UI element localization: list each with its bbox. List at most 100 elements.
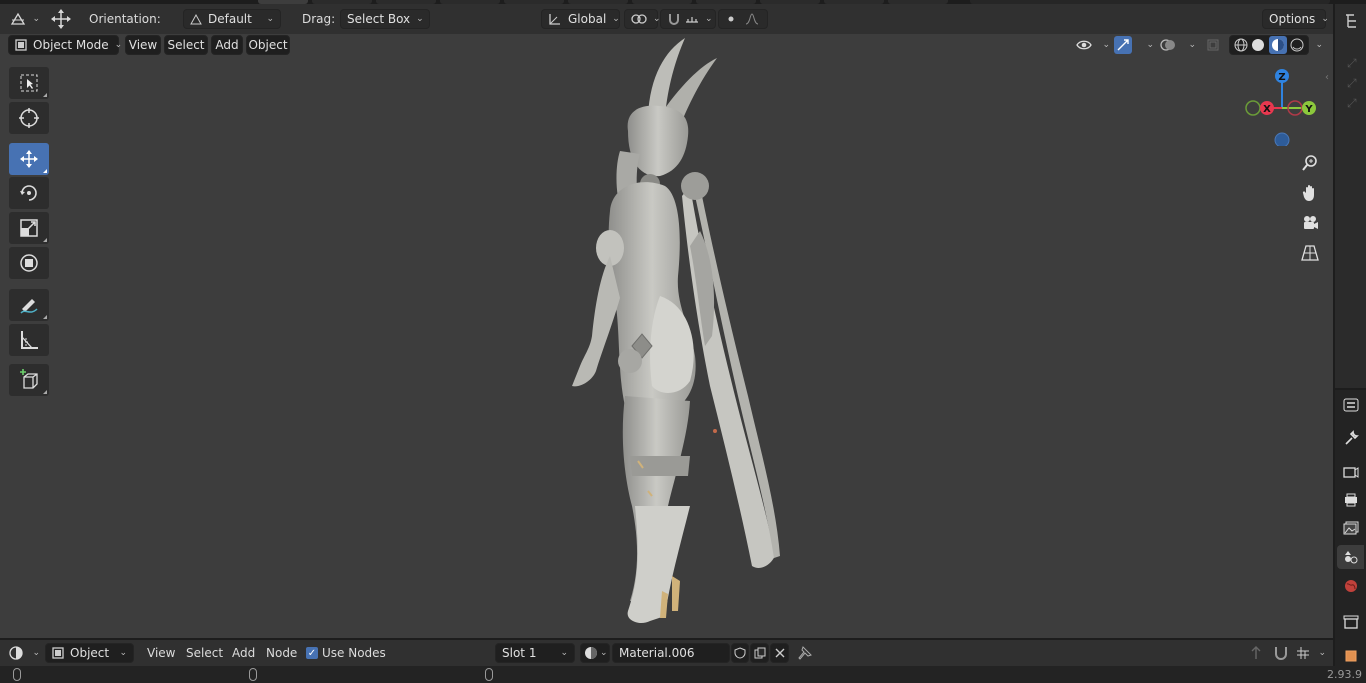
snap-magnet-icon[interactable] bbox=[1272, 643, 1290, 663]
fake-user-button[interactable] bbox=[731, 643, 749, 663]
blender-window: Z X Y ‹ ⌄ Orientation: Default ⌄ Drag: S… bbox=[0, 0, 1366, 683]
node-menu-add[interactable]: Add bbox=[232, 643, 255, 663]
xray-toggle[interactable] bbox=[1206, 35, 1226, 55]
drag-dropdown[interactable]: Select Box ⌄ bbox=[340, 9, 430, 29]
outliner-icon[interactable] bbox=[1344, 13, 1360, 32]
cursor-tool[interactable] bbox=[9, 102, 49, 134]
snap-element-dropdown[interactable]: ⌄ bbox=[1296, 643, 1326, 663]
node-menu-node[interactable]: Node bbox=[266, 643, 297, 663]
pin-icon[interactable] bbox=[797, 643, 813, 663]
move-tool[interactable] bbox=[9, 143, 49, 175]
node-menu-view[interactable]: View bbox=[147, 643, 175, 663]
annotate-pencil-icon bbox=[20, 299, 38, 314]
checkmark-icon: ✓ bbox=[306, 647, 318, 659]
menu-select[interactable]: Select bbox=[164, 35, 208, 55]
browse-material-button[interactable]: ⌄ bbox=[580, 643, 610, 663]
world-tab-globe-icon[interactable] bbox=[1337, 574, 1364, 598]
unlink-material-button[interactable] bbox=[770, 643, 789, 663]
view-layer-tab-image-icon[interactable] bbox=[1337, 516, 1364, 540]
chevron-down-icon: ⌄ bbox=[1146, 40, 1154, 50]
rendered-shading-icon[interactable] bbox=[1290, 38, 1304, 52]
orientation-icon bbox=[190, 13, 202, 25]
tool-tab-wrench-icon[interactable] bbox=[1337, 426, 1364, 450]
properties-editor-type-icon[interactable] bbox=[1337, 393, 1364, 417]
scene-tab-icon[interactable] bbox=[1337, 545, 1364, 569]
zoom-icon[interactable] bbox=[1296, 149, 1324, 177]
sidebar-toggle-icon[interactable]: ‹ bbox=[1325, 72, 1329, 83]
render-tab-camera-icon[interactable] bbox=[1337, 460, 1364, 484]
snapping-controls[interactable]: ⌄ bbox=[660, 9, 716, 29]
gizmo-icon bbox=[1114, 36, 1132, 54]
material-slot-dropdown[interactable]: Slot 1 ⌄ bbox=[495, 643, 575, 663]
measure-tool[interactable] bbox=[9, 324, 49, 356]
add-cube-tool[interactable] bbox=[9, 364, 49, 396]
overlays-toggle[interactable]: ⌄ bbox=[1160, 35, 1196, 55]
material-name: Material.006 bbox=[619, 646, 695, 660]
duplicate-icon bbox=[754, 647, 766, 659]
menu-add[interactable]: Add bbox=[211, 35, 243, 55]
orientation-dropdown[interactable]: Default ⌄ bbox=[183, 9, 281, 29]
options-dropdown[interactable]: Options ⌄ bbox=[1262, 9, 1329, 29]
proportional-editing-controls[interactable] bbox=[718, 9, 768, 29]
material-preview-icon[interactable] bbox=[1268, 36, 1287, 54]
chevron-down-icon: ⌄ bbox=[1102, 40, 1110, 50]
gizmo-x-label: X bbox=[1263, 104, 1271, 115]
pivot-point-dropdown[interactable]: ⌄ bbox=[624, 9, 661, 29]
transform-tool[interactable] bbox=[9, 247, 49, 279]
mouse-right-icon bbox=[485, 668, 493, 681]
chevron-down-icon: ⌄ bbox=[705, 14, 713, 24]
shading-mode-group[interactable] bbox=[1229, 35, 1309, 55]
select-box-tool[interactable] bbox=[9, 67, 49, 99]
character-model[interactable] bbox=[540, 36, 800, 626]
magnet-icon bbox=[667, 12, 681, 26]
shader-type-dropdown[interactable]: Object ⌄ bbox=[45, 643, 134, 663]
transform-icon bbox=[20, 254, 38, 272]
object-icon bbox=[52, 647, 64, 659]
visibility-dropdown[interactable]: ⌄ bbox=[1076, 35, 1110, 55]
material-name-field[interactable]: Material.006 bbox=[612, 643, 730, 663]
chevron-down-icon: ⌄ bbox=[1188, 40, 1196, 50]
restrict-toggle-icon[interactable]: ⤢ bbox=[1347, 76, 1357, 91]
editor-type-icon[interactable]: ⌄ bbox=[10, 9, 40, 29]
scale-tool[interactable] bbox=[9, 212, 49, 244]
use-nodes-checkbox[interactable]: ✓ Use Nodes bbox=[306, 643, 386, 663]
new-material-button[interactable] bbox=[750, 643, 769, 663]
menu-object[interactable]: Object bbox=[246, 35, 290, 55]
gizmo-toggle[interactable]: ⌄ bbox=[1114, 35, 1154, 55]
chevron-down-icon: ⌄ bbox=[1315, 40, 1323, 50]
editor-type-dropdown[interactable]: ⌄ bbox=[8, 643, 40, 663]
solid-shading-icon[interactable] bbox=[1251, 38, 1265, 52]
output-tab-printer-icon[interactable] bbox=[1337, 488, 1364, 512]
shader-type-value: Object bbox=[70, 646, 110, 660]
shading-options-dropdown[interactable]: ⌄ bbox=[1309, 35, 1323, 55]
orientation-label: Orientation: bbox=[89, 12, 161, 26]
node-menu-select[interactable]: Select bbox=[186, 643, 223, 663]
rotate-tool[interactable] bbox=[9, 177, 49, 209]
restrict-toggle-icon[interactable]: ⤢ bbox=[1347, 56, 1357, 71]
mouse-left-icon bbox=[13, 668, 21, 681]
annotate-tool[interactable] bbox=[9, 289, 49, 321]
overlays-icon bbox=[1160, 37, 1176, 53]
object-tab-orange-square-icon[interactable] bbox=[1337, 644, 1364, 668]
navigation-gizmo[interactable]: Z X Y bbox=[1242, 66, 1322, 146]
shader-editor-header: ⌄ Object ⌄ View Select Add Node ✓ Use No… bbox=[0, 640, 1333, 666]
mode-dropdown[interactable]: Object Mode ⌄ bbox=[8, 35, 122, 55]
chevron-down-icon: ⌄ bbox=[32, 648, 40, 658]
restrict-toggle-icon[interactable]: ⤢ bbox=[1347, 96, 1357, 111]
outliner-panel: ⤢ ⤢ ⤢ bbox=[1335, 4, 1366, 388]
3d-viewport[interactable]: Z X Y ‹ bbox=[0, 34, 1333, 638]
parent-node-tree-icon[interactable] bbox=[1248, 643, 1264, 663]
collection-tab-box-icon[interactable] bbox=[1337, 610, 1364, 634]
pan-hand-icon[interactable] bbox=[1296, 179, 1324, 207]
perspective-grid-icon[interactable] bbox=[1296, 239, 1324, 267]
camera-view-icon[interactable] bbox=[1296, 209, 1324, 237]
viewport-header: Object Mode ⌄ View Select Add Object ⌄ ⌄… bbox=[0, 34, 1333, 56]
move-tool-icon[interactable] bbox=[50, 9, 76, 29]
pivot-icon bbox=[631, 12, 647, 26]
options-label: Options bbox=[1269, 12, 1316, 26]
add-cube-icon bbox=[20, 369, 38, 389]
menu-view[interactable]: View bbox=[125, 35, 161, 55]
wireframe-shading-icon[interactable] bbox=[1234, 38, 1248, 52]
transform-orientation-dropdown[interactable]: Global ⌄ bbox=[541, 9, 620, 29]
menu-select-label: Select bbox=[167, 38, 205, 52]
